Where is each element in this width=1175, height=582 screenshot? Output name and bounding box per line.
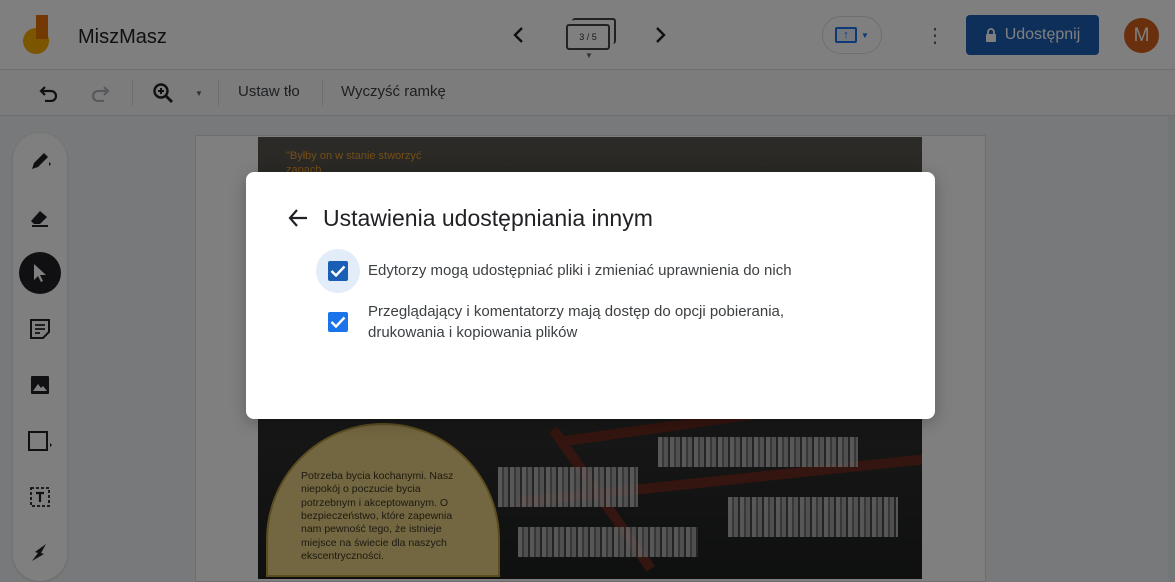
check-icon: [330, 265, 346, 277]
viewers-can-download-label[interactable]: Przeglądający i komentatorzy mają dostęp…: [368, 301, 828, 343]
back-button[interactable]: [286, 206, 310, 230]
viewers-can-download-checkbox[interactable]: [328, 312, 348, 332]
sharing-settings-dialog: Ustawienia udostępniania innym Edytorzy …: [246, 172, 935, 419]
arrow-back-icon: [288, 209, 307, 227]
editors-can-share-label[interactable]: Edytorzy mogą udostępniać pliki i zmieni…: [368, 260, 792, 281]
dialog-title: Ustawienia udostępniania innym: [323, 205, 653, 231]
check-icon: [330, 316, 346, 328]
editors-can-share-checkbox[interactable]: [328, 261, 348, 281]
